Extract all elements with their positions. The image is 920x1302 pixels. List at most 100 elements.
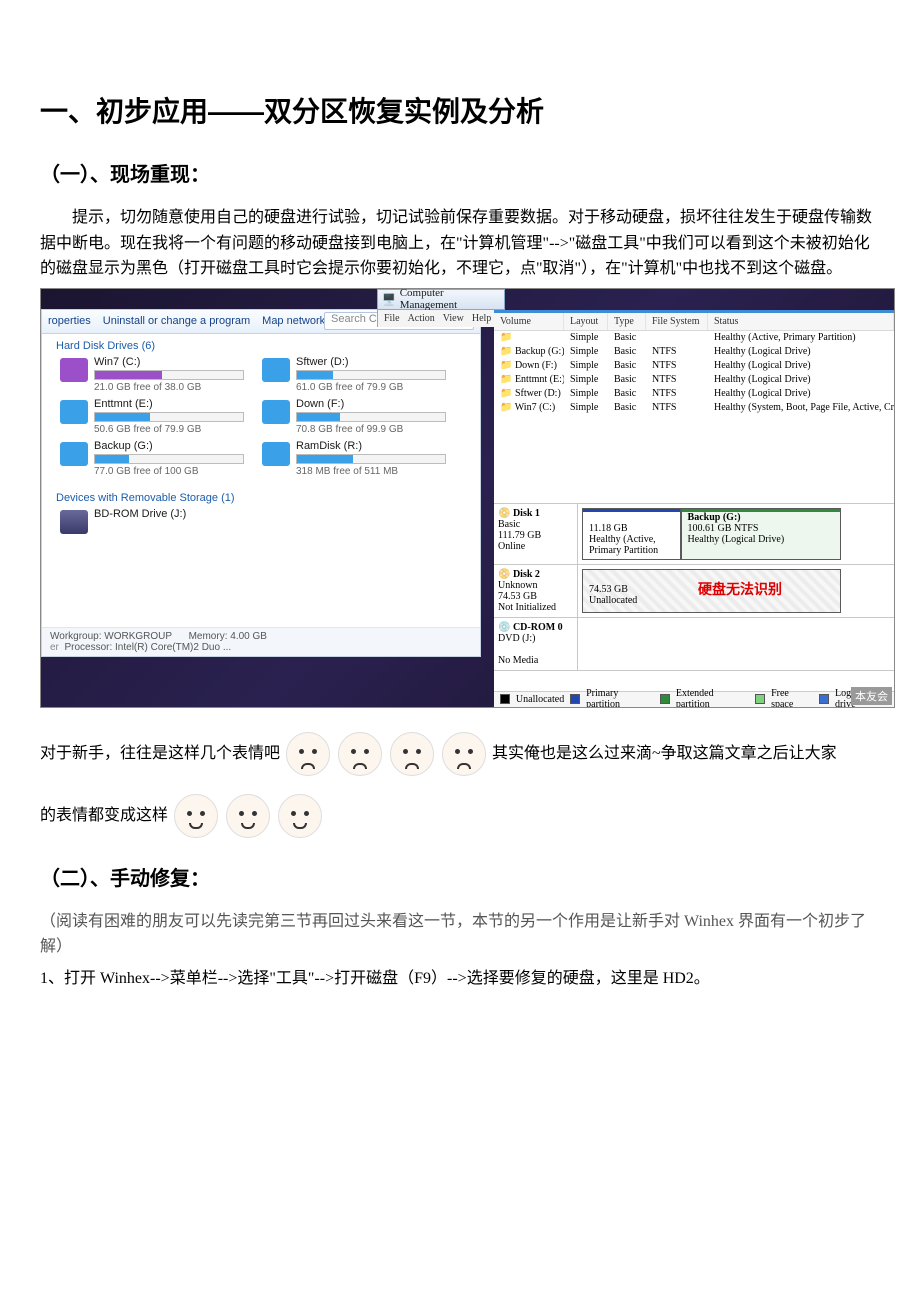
paragraph-2-line1: 对于新手，往往是这样几个表情吧 其实俺也是这么过来滴~争取这篇文章之后让大家 — [40, 726, 880, 782]
volume-row-1[interactable]: 📁 Backup (G:)SimpleBasicNTFSHealthy (Log… — [494, 345, 894, 359]
col-type[interactable]: Type — [608, 313, 646, 330]
toolbar-uninstall[interactable]: Uninstall or change a program — [103, 315, 250, 327]
drive-5[interactable]: RamDisk (R:) 318 MB free of 511 MB — [262, 438, 452, 480]
drive-icon — [60, 358, 88, 382]
drive-freespace: 77.0 GB free of 100 GB — [94, 466, 244, 477]
paragraph-1: 提示，切勿随意使用自己的硬盘进行试验，切记试验前保存重要数据。对于移动硬盘，损坏… — [40, 205, 880, 282]
drive-label: Enttmnt (E:) — [94, 398, 244, 410]
document-page: 一、初步应用——双分区恢复实例及分析 （一）、现场重现： 提示，切勿随意使用自己… — [0, 0, 920, 1038]
memory-value: 4.00 GB — [230, 631, 267, 642]
col-filesystem[interactable]: File System — [646, 313, 708, 330]
para2-text-c: 的表情都变成这样 — [40, 807, 168, 824]
processor-value: Intel(R) Core(TM)2 Duo ... — [115, 642, 231, 653]
volume-row-4[interactable]: 📁 Sftwer (D:)SimpleBasicNTFSHealthy (Log… — [494, 387, 894, 401]
col-volume[interactable]: Volume — [494, 313, 564, 330]
legend-swatch-primary — [570, 694, 580, 704]
drive-capacity-bar — [296, 454, 446, 464]
disk-legend: Unallocated Primary partition Extended p… — [494, 691, 894, 707]
drive-3[interactable]: Down (F:) 70.8 GB free of 99.9 GB — [262, 396, 452, 438]
volume-row-2[interactable]: 📁 Down (F:)SimpleBasicNTFSHealthy (Logic… — [494, 359, 894, 373]
disk-1-partitions: 11.18 GB Healthy (Active, Primary Partit… — [578, 504, 894, 564]
paragraph-2-line2: 的表情都变成这样 — [40, 788, 880, 844]
disk-graphical-panel: 📀 Disk 1 Basic 111.79 GB Online 11.18 GB… — [494, 503, 894, 681]
heading-1: 一、初步应用——双分区恢复实例及分析 — [40, 90, 880, 130]
drive-icon — [262, 358, 290, 382]
mgmt-title-text: Computer Management — [400, 288, 500, 312]
mgmt-icon: 🖥️ — [382, 293, 396, 306]
bd-rom-drive[interactable]: BD-ROM Drive (J:) — [60, 506, 250, 548]
section-1-title: （一）、现场重现： — [40, 158, 880, 187]
drive-label: Down (F:) — [296, 398, 446, 410]
drive-0[interactable]: Win7 (C:)21.0 GB free of 38.0 GB — [60, 354, 250, 396]
drive-capacity-bar — [296, 370, 446, 380]
cdrom-partitions — [578, 618, 894, 670]
volume-row-0[interactable]: 📁SimpleBasicHealthy (Active, Primary Par… — [494, 331, 894, 345]
drive-icon — [60, 442, 88, 466]
section-2-title: （二）、手动修复： — [40, 862, 880, 891]
col-layout[interactable]: Layout — [564, 313, 608, 330]
drive-2[interactable]: Enttmnt (E:) 50.6 GB free of 79.9 GB — [60, 396, 250, 438]
drive-freespace: 50.6 GB free of 79.9 GB — [94, 424, 244, 435]
drive-icon — [262, 442, 290, 466]
mgmt-body: Volume Layout Type File System Status 📁S… — [494, 310, 894, 707]
disk-2-label: 📀 Disk 2 Unknown 74.53 GB Not Initialize… — [494, 565, 578, 617]
emoji-happy-3 — [278, 794, 322, 838]
workgroup-label: Workgroup: — [50, 631, 102, 642]
emoji-happy-2 — [226, 794, 270, 838]
legend-swatch-unallocated — [500, 694, 510, 704]
drive-freespace: 21.0 GB free of 38.0 GB — [94, 382, 244, 393]
menu-file[interactable]: File — [384, 313, 400, 324]
drive-freespace: 70.8 GB free of 99.9 GB — [296, 424, 446, 435]
disk1-part2[interactable]: Backup (G:) 100.61 GB NTFS Healthy (Logi… — [681, 508, 841, 560]
drive-1[interactable]: Sftwer (D:) 61.0 GB free of 79.9 GB — [262, 354, 452, 396]
para2-text-a: 对于新手，往往是这样几个表情吧 — [40, 745, 280, 762]
legend-free: Free space — [771, 688, 813, 708]
drive-capacity-bar — [94, 412, 244, 422]
drive-list: Win7 (C:)21.0 GB free of 38.0 GB Sftwer (… — [42, 354, 480, 486]
menu-help[interactable]: Help — [472, 313, 491, 324]
paragraph-3: （阅读有困难的朋友可以先读完第三节再回过头来看这一节，本节的另一个作用是让新手对… — [40, 909, 880, 960]
volume-row-5[interactable]: 📁 Win7 (C:)SimpleBasicNTFSHealthy (Syste… — [494, 401, 894, 415]
drive-freespace: 61.0 GB free of 79.9 GB — [296, 382, 446, 393]
legend-primary: Primary partition — [586, 688, 654, 708]
legend-swatch-logical — [819, 694, 829, 704]
cdrom-row[interactable]: 💿 CD-ROM 0 DVD (J:) No Media — [494, 618, 894, 671]
disk-2-partitions: 74.53 GB Unallocated 硬盘无法识别 — [578, 565, 894, 617]
drive-4[interactable]: Backup (G:)77.0 GB free of 100 GB — [60, 438, 250, 480]
legend-swatch-free — [755, 694, 765, 704]
annotation-disk-unreadable: 硬盘无法识别 — [698, 579, 782, 599]
dvd-icon — [60, 510, 88, 534]
menu-action[interactable]: Action — [408, 313, 435, 324]
mgmt-window-title: 🖥️ Computer Management — [377, 289, 505, 310]
removable-storage-header: Devices with Removable Storage (1) — [42, 486, 480, 506]
legend-unallocated: Unallocated — [516, 694, 564, 705]
drive-label: Sftwer (D:) — [296, 356, 446, 368]
volume-table-body: 📁SimpleBasicHealthy (Active, Primary Par… — [494, 331, 894, 415]
drive-label: RamDisk (R:) — [296, 440, 446, 452]
menu-view[interactable]: View — [443, 313, 464, 324]
legend-extended: Extended partition — [676, 688, 749, 708]
drive-freespace: 318 MB free of 511 MB — [296, 466, 446, 477]
drive-icon — [60, 400, 88, 424]
processor-label: Processor: — [64, 642, 112, 653]
para2-text-b: 其实俺也是这么过来滴~争取这篇文章之后让大家 — [492, 745, 837, 762]
paragraph-4: 1、打开 Winhex-->菜单栏-->选择"工具"-->打开磁盘（F9）-->… — [40, 966, 880, 992]
legend-swatch-extended — [660, 694, 670, 704]
volume-row-3[interactable]: 📁 Enttmnt (E:)SimpleBasicNTFSHealthy (Lo… — [494, 373, 894, 387]
emoji-happy-1 — [174, 794, 218, 838]
watermark: 本友会 — [851, 687, 892, 705]
drive-capacity-bar — [296, 412, 446, 422]
mgmt-menu-bar: File Action View Help — [377, 310, 505, 327]
disk-2-row[interactable]: 📀 Disk 2 Unknown 74.53 GB Not Initialize… — [494, 565, 894, 618]
disk1-part1[interactable]: 11.18 GB Healthy (Active, Primary Partit… — [582, 508, 681, 560]
col-status[interactable]: Status — [708, 313, 894, 330]
volume-table-header: Volume Layout Type File System Status — [494, 313, 894, 331]
emoji-cry-2 — [442, 732, 486, 776]
disk-1-row[interactable]: 📀 Disk 1 Basic 111.79 GB Online 11.18 GB… — [494, 504, 894, 565]
explorer-window: roperties Uninstall or change a program … — [41, 309, 481, 657]
drive-icon — [262, 400, 290, 424]
removable-list: BD-ROM Drive (J:) — [42, 506, 480, 554]
cdrom-label: 💿 CD-ROM 0 DVD (J:) No Media — [494, 618, 578, 670]
toolbar-properties[interactable]: roperties — [48, 315, 91, 327]
bd-rom-label: BD-ROM Drive (J:) — [94, 508, 186, 520]
